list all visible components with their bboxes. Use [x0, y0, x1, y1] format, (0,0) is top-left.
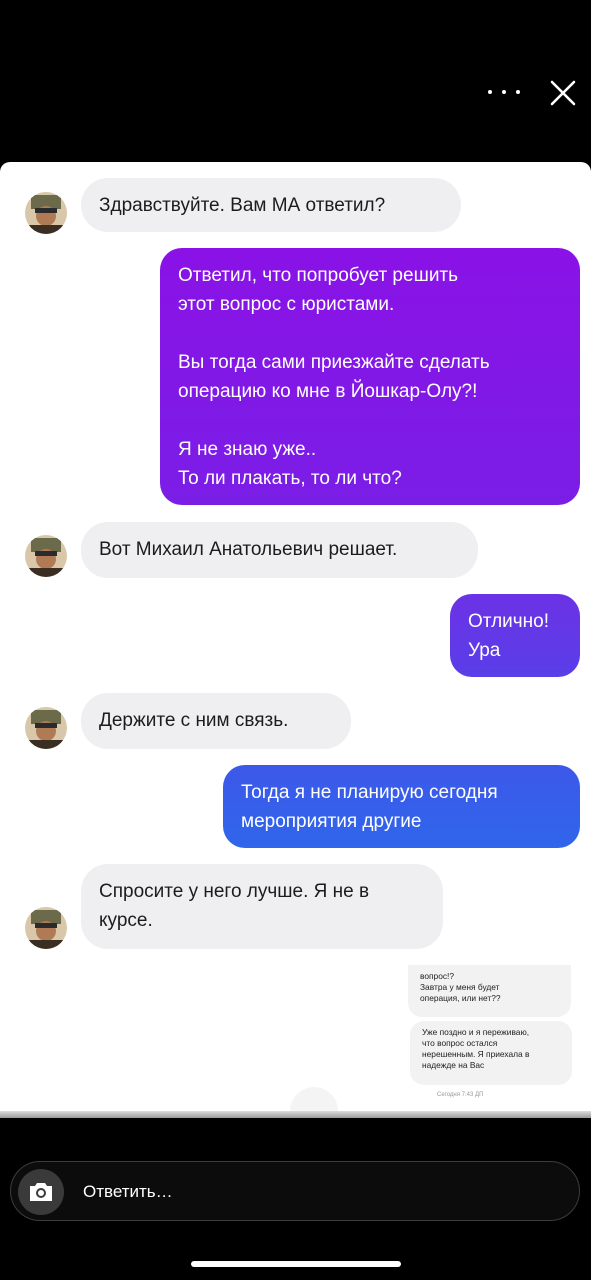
card-edge	[0, 1111, 591, 1118]
avatar	[25, 192, 67, 234]
avatar	[25, 907, 67, 949]
avatar	[25, 535, 67, 577]
embedded-timestamp: Сегодня 7:43 ДП	[437, 1092, 484, 1098]
sent-message: Ответил, что попробует решить этот вопро…	[160, 248, 580, 505]
close-icon[interactable]	[548, 78, 578, 108]
received-message: Держите с ним связь.	[81, 693, 351, 749]
received-message: Спросите у него лучше. Я не в курсе.	[81, 864, 443, 949]
received-message: Вот Михаил Анатольевич решает.	[81, 522, 478, 578]
home-indicator	[191, 1261, 401, 1267]
avatar	[25, 707, 67, 749]
more-dots-icon[interactable]	[488, 80, 520, 104]
reply-placeholder: Ответить…	[83, 1182, 173, 1201]
received-message: Здравствуйте. Вам МА ответил?	[81, 178, 461, 232]
embedded-message: вопрос!? Завтра у меня будет операция, и…	[408, 965, 571, 1017]
reply-input[interactable]: Ответить…	[10, 1161, 580, 1221]
story-card: Здравствуйте. Вам МА ответил? Ответил, ч…	[0, 162, 591, 1118]
camera-icon[interactable]	[18, 1169, 64, 1215]
sent-message: Отлично! Ура	[450, 594, 580, 677]
sent-message: Тогда я не планирую сегодня мероприятия …	[223, 765, 580, 848]
embedded-message: Уже поздно и я переживаю, что вопрос ост…	[410, 1021, 572, 1085]
